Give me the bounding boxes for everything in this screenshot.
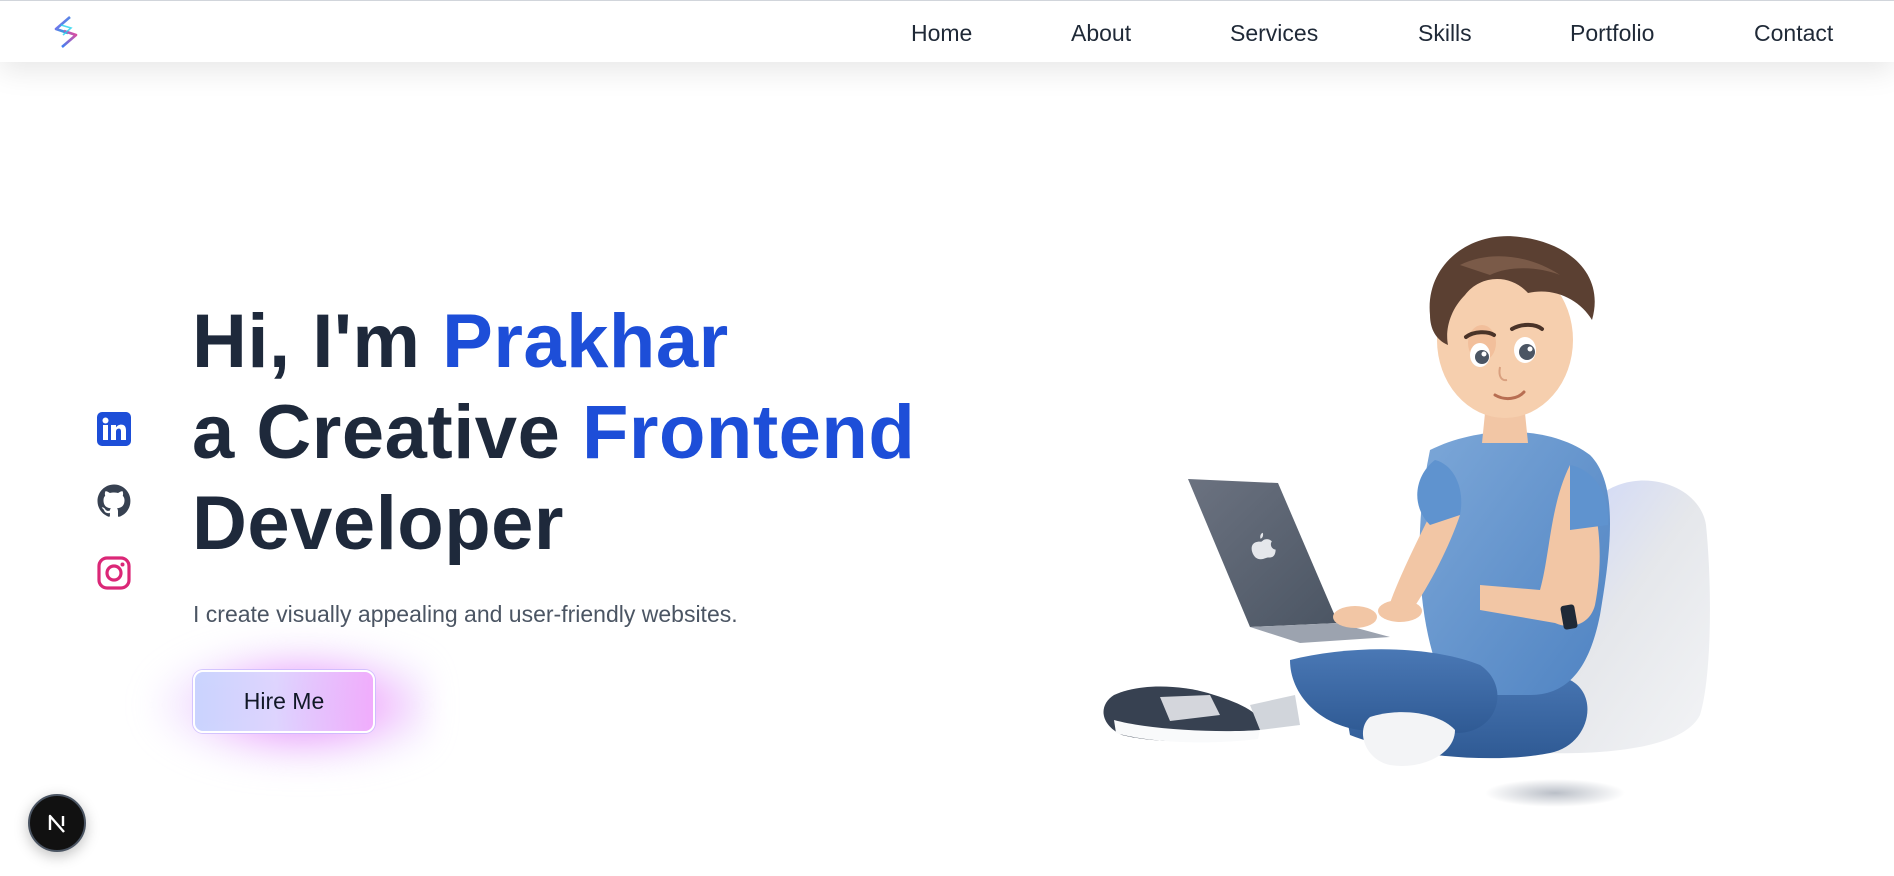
hero-tagline: I create visually appealing and user-fri… bbox=[193, 601, 738, 627]
github-icon[interactable] bbox=[96, 483, 132, 519]
nav-services-link[interactable]: Services bbox=[1230, 20, 1318, 47]
nav-skills-link[interactable]: Skills bbox=[1418, 20, 1472, 47]
instagram-icon[interactable] bbox=[96, 555, 132, 591]
headline-name: Prakhar bbox=[442, 299, 729, 384]
nav-home-link[interactable]: Home bbox=[911, 20, 972, 47]
brand-logo-icon[interactable] bbox=[50, 15, 82, 49]
headline-greeting: Hi, I'm bbox=[192, 299, 421, 384]
headline-descriptor: a Creative bbox=[192, 390, 561, 475]
hero-headline: Hi, I'm Prakhar a Creative Frontend Deve… bbox=[192, 296, 915, 569]
headline-line-3: Developer bbox=[192, 481, 564, 566]
linkedin-icon[interactable] bbox=[96, 411, 132, 447]
headline-line-2: a Creative Frontend bbox=[192, 387, 915, 478]
nav-about-link[interactable]: About bbox=[1071, 20, 1131, 47]
nav-contact-link[interactable]: Contact bbox=[1754, 20, 1833, 47]
headline-line-1: Hi, I'm Prakhar bbox=[192, 296, 915, 387]
nav-portfolio-link[interactable]: Portfolio bbox=[1570, 20, 1654, 47]
developer-with-laptop-illustration bbox=[1100, 225, 1720, 825]
site-header: Home Home About Services Skills Portfoli… bbox=[0, 0, 1894, 62]
headline-role-accent: Frontend bbox=[581, 390, 916, 475]
hire-me-button[interactable]: Hire Me bbox=[193, 670, 375, 733]
nextjs-icon[interactable] bbox=[28, 794, 86, 852]
